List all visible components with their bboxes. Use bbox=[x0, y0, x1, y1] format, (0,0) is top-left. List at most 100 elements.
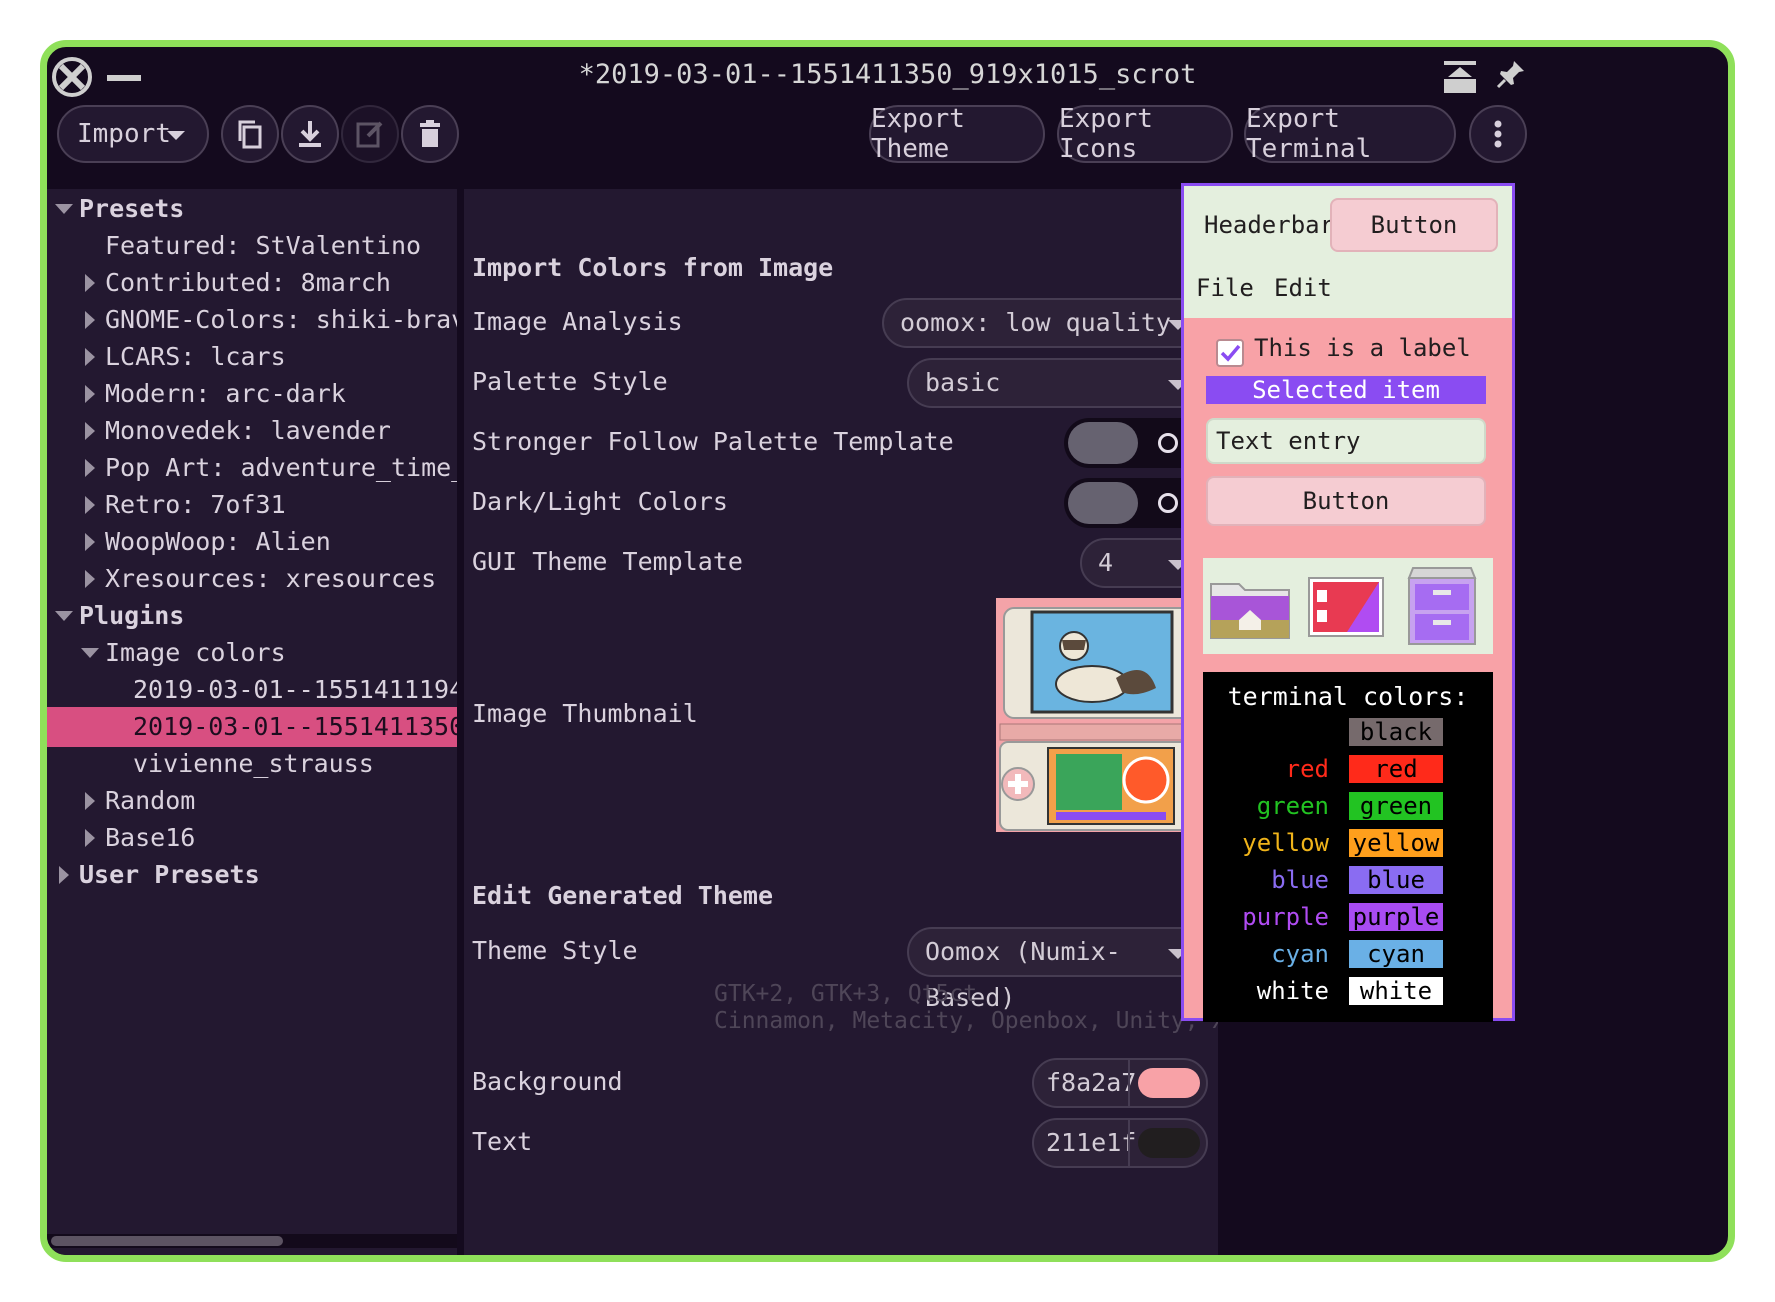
tree-item-preset[interactable]: Contributed: 8march bbox=[47, 263, 457, 303]
terminal-fg-sample: purple bbox=[1242, 903, 1329, 931]
save-button[interactable] bbox=[281, 105, 339, 163]
image-analysis-value: oomox: low quality bbox=[900, 308, 1171, 337]
app-window: *2019-03-01--1551411350_919x1015_scrot I… bbox=[40, 40, 1735, 1262]
palette-style-label: Palette Style bbox=[472, 367, 668, 396]
tree-item-image[interactable]: 2019-03-01--1551411194_919x1015_scrot bbox=[47, 670, 457, 710]
delete-button[interactable] bbox=[401, 105, 459, 163]
export-terminal-button[interactable]: Export Terminal bbox=[1244, 104, 1456, 164]
tree-item-label: WoopWoop: Alien bbox=[105, 527, 331, 556]
tree-item-preset[interactable]: Xresources: xresources bbox=[47, 559, 457, 599]
trash-icon bbox=[420, 120, 440, 147]
selected-item[interactable]: Selected item bbox=[1206, 376, 1486, 404]
tree-item-preset[interactable]: WoopWoop: Alien bbox=[47, 522, 457, 562]
tree-group-base16[interactable]: Base16 bbox=[47, 818, 457, 858]
tree-group-random[interactable]: Random bbox=[47, 781, 457, 821]
more-vertical-icon bbox=[1494, 120, 1502, 148]
tree-item-preset[interactable]: GNOME-Colors: shiki-brave bbox=[47, 300, 457, 340]
expander-right-icon bbox=[85, 422, 95, 440]
preview-button[interactable]: Button bbox=[1206, 476, 1486, 526]
preview-checkbox[interactable] bbox=[1216, 339, 1244, 367]
theme-style-hint: Cinnamon, Metacity, Openbox, Unity, Xfwm bbox=[714, 1008, 1218, 1034]
terminal-bg-sample: red bbox=[1349, 755, 1443, 783]
pin-icon[interactable] bbox=[1496, 59, 1526, 89]
terminal-bg-sample: green bbox=[1349, 792, 1443, 820]
import-button-label: Import bbox=[77, 119, 171, 149]
rename-button[interactable] bbox=[341, 105, 399, 163]
text-color-value: 211e1f bbox=[1046, 1128, 1137, 1157]
theme-style-dropdown[interactable]: Oomox (Numix-Based) bbox=[907, 927, 1208, 1012]
theme-style-label: Theme Style bbox=[472, 936, 638, 965]
terminal-color-row: red red bbox=[1203, 755, 1493, 785]
switch-off-icon bbox=[1158, 493, 1178, 513]
tree-item-label: 2019-03-01--1551411350_919x1015_scrot bbox=[133, 712, 457, 741]
clone-button[interactable] bbox=[221, 105, 279, 163]
tree-item-label: GNOME-Colors: shiki-brave bbox=[105, 305, 457, 334]
tree-item-preset[interactable]: Modern: arc-dark bbox=[47, 374, 457, 414]
tree-item-image-selected[interactable]: 2019-03-01--1551411350_919x1015_scrot bbox=[47, 707, 457, 747]
terminal-color-row: blue blue bbox=[1203, 866, 1493, 896]
tree-item-label: LCARS: lcars bbox=[105, 342, 286, 371]
terminal-fg-sample: red bbox=[1285, 755, 1329, 783]
terminal-color-row: white white bbox=[1203, 977, 1493, 1007]
terminal-color-row: cyan cyan bbox=[1203, 940, 1493, 970]
tree-item-preset[interactable]: Pop Art: adventure_time_1 bbox=[47, 448, 457, 488]
switch-knob bbox=[1068, 482, 1138, 524]
import-colors-heading: Import Colors from Image bbox=[472, 253, 834, 282]
image-analysis-label: Image Analysis bbox=[472, 307, 683, 336]
headerbar-button[interactable]: Button bbox=[1330, 198, 1498, 252]
tree-group-label: Plugins bbox=[79, 601, 185, 630]
preview-headerbar: Headerbar Button File Edit bbox=[1184, 186, 1512, 318]
terminal-title: terminal colors: bbox=[1227, 682, 1469, 711]
tree-item-image[interactable]: vivienne_strauss bbox=[47, 744, 457, 784]
tree-group-image-colors[interactable]: Image colors bbox=[47, 633, 457, 673]
terminal-bg-sample: cyan bbox=[1349, 940, 1443, 968]
menu-file[interactable]: File bbox=[1196, 274, 1254, 302]
toolbar: Import Export Theme Export Icons Export … bbox=[47, 104, 1728, 185]
background-color-field[interactable]: f8a2a7 bbox=[1032, 1058, 1208, 1108]
tree-item-preset[interactable]: Featured: StValentino bbox=[47, 226, 457, 266]
expander-right-icon bbox=[85, 792, 95, 810]
text-color-label: Text bbox=[472, 1127, 533, 1156]
tree-item-label: Featured: StValentino bbox=[105, 231, 422, 260]
menu-button[interactable] bbox=[1469, 105, 1527, 163]
tree-group-user-presets[interactable]: User Presets bbox=[47, 855, 457, 895]
tree-item-preset[interactable]: Retro: 7of31 bbox=[47, 485, 457, 525]
expander-right-icon bbox=[85, 829, 95, 847]
tree-group-plugins[interactable]: Plugins bbox=[47, 596, 457, 636]
expander-right-icon bbox=[59, 866, 69, 884]
tree-item-label: Contributed: 8march bbox=[105, 268, 391, 297]
preview-text-entry[interactable]: Text entry bbox=[1206, 418, 1486, 464]
tree-group-label: Presets bbox=[79, 194, 185, 223]
checkbox-label: This is a label bbox=[1254, 334, 1471, 362]
text-color-swatch[interactable] bbox=[1138, 1128, 1200, 1158]
preset-sidebar: Presets Featured: StValentino Contribute… bbox=[47, 189, 457, 1255]
window-maximize-icon[interactable] bbox=[1442, 59, 1478, 95]
expander-right-icon bbox=[85, 274, 95, 292]
tree-item-preset[interactable]: Monovedek: lavender bbox=[47, 411, 457, 451]
stronger-follow-label: Stronger Follow Palette Template bbox=[472, 427, 954, 456]
terminal-color-row: green green bbox=[1203, 792, 1493, 822]
image-analysis-dropdown[interactable]: oomox: low quality bbox=[882, 298, 1208, 348]
tree-group-presets[interactable]: Presets bbox=[47, 189, 457, 229]
options-panel: Import Colors from Image Image Analysis … bbox=[464, 189, 1218, 1255]
terminal-color-row: black bbox=[1203, 718, 1493, 748]
background-color-swatch[interactable] bbox=[1138, 1068, 1200, 1098]
text-color-field[interactable]: 211e1f bbox=[1032, 1118, 1208, 1168]
tree-item-preset[interactable]: LCARS: lcars bbox=[47, 337, 457, 377]
menu-edit[interactable]: Edit bbox=[1274, 274, 1332, 302]
edit-theme-heading: Edit Generated Theme bbox=[472, 881, 774, 910]
copy-icon bbox=[238, 120, 262, 149]
expander-right-icon bbox=[85, 311, 95, 329]
terminal-colors-preview: terminal colors: black red red green gre… bbox=[1203, 672, 1493, 1022]
export-icons-button[interactable]: Export Icons bbox=[1057, 104, 1233, 164]
gui-template-label: GUI Theme Template bbox=[472, 547, 743, 576]
background-color-label: Background bbox=[472, 1067, 623, 1096]
scrollbar-thumb[interactable] bbox=[51, 1236, 283, 1246]
palette-style-dropdown[interactable]: basic bbox=[907, 358, 1208, 408]
import-button[interactable]: Import bbox=[57, 105, 209, 163]
export-theme-button[interactable]: Export Theme bbox=[869, 104, 1045, 164]
expander-right-icon bbox=[85, 533, 95, 551]
horizontal-scrollbar[interactable] bbox=[47, 1234, 457, 1248]
terminal-bg-sample: blue bbox=[1349, 866, 1443, 894]
theme-style-hint: GTK+2, GTK+3, Qt5ct bbox=[714, 981, 978, 1007]
